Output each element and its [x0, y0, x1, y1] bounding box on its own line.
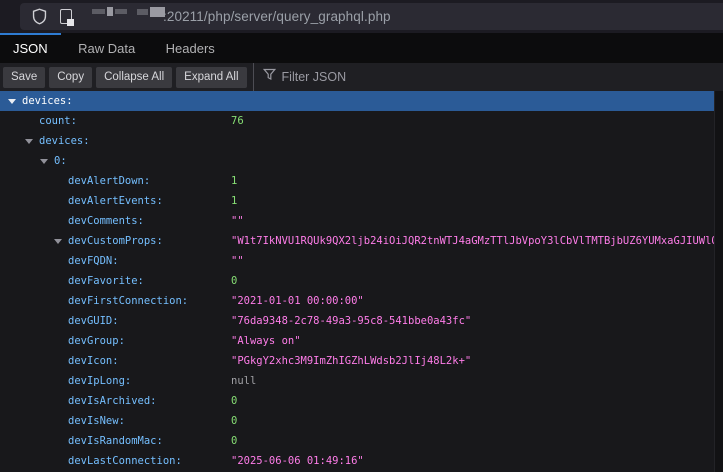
browser-toolbar: :20211/php/server/query_graphql.php — [0, 0, 723, 33]
json-value: 0 — [231, 391, 237, 411]
json-viewer-toolbar: Save Copy Collapse All Expand All — [0, 63, 723, 91]
json-key: devComments: — [68, 211, 144, 231]
json-value: "76da9348-2c78-49a3-95c8-541bbe0a43fc" — [231, 311, 471, 331]
json-viewer-tab-strip: JSON Raw Data Headers — [0, 33, 723, 63]
tree-row[interactable]: devices: — [0, 131, 714, 151]
json-key: devFavorite: — [68, 271, 144, 291]
redacted-block — [115, 9, 127, 14]
json-value: 0 — [231, 271, 237, 291]
expander-arrow-icon[interactable] — [25, 139, 33, 144]
redacted-host — [92, 3, 167, 30]
redacted-block — [137, 9, 148, 15]
json-key: devCustomProps: — [68, 231, 163, 251]
expander-arrow-icon[interactable] — [40, 159, 48, 164]
page-info-icon[interactable] — [60, 9, 72, 24]
filter-json-input[interactable] — [282, 64, 723, 90]
collapse-all-button[interactable]: Collapse All — [96, 67, 172, 88]
address-bar[interactable]: :20211/php/server/query_graphql.php — [20, 3, 723, 30]
json-value: "" — [231, 211, 244, 231]
tree-row[interactable]: devCustomProps:"W1t7IkNVU1RQUk9QX2ljb24i… — [0, 231, 714, 251]
json-rows: devices:count:76devices:0:devAlertDown:1… — [0, 91, 723, 471]
url-text[interactable]: :20211/php/server/query_graphql.php — [163, 3, 391, 30]
firefox-json-viewer-window: :20211/php/server/query_graphql.php JSON… — [0, 0, 723, 472]
json-key: devGroup: — [68, 331, 125, 351]
json-value: "" — [231, 251, 244, 271]
json-value: 0 — [231, 431, 237, 451]
tab-headers[interactable]: Headers — [153, 33, 228, 63]
tab-raw-data[interactable]: Raw Data — [65, 33, 148, 63]
json-key: devIcon: — [68, 351, 119, 371]
tree-row[interactable]: devices: — [0, 91, 714, 111]
json-key: devLastConnection: — [68, 451, 182, 471]
json-value: "Always on" — [231, 331, 301, 351]
json-key: 0: — [54, 151, 67, 171]
tree-row[interactable]: devFQDN: "" — [0, 251, 714, 271]
redacted-block — [107, 7, 113, 16]
tree-row[interactable]: devFavorite: 0 — [0, 271, 714, 291]
tree-row[interactable]: devFirstConnection: "2021-01-01 00:00:00" — [0, 291, 714, 311]
tree-row[interactable]: devIsNew: 0 — [0, 411, 714, 431]
json-key: devIsArchived: — [68, 391, 157, 411]
json-value: null — [231, 371, 256, 391]
funnel-icon — [263, 68, 276, 86]
copy-button[interactable]: Copy — [49, 67, 92, 88]
json-key: devAlertEvents: — [68, 191, 163, 211]
toolbar-divider — [253, 63, 254, 91]
tree-row[interactable]: devIpLong: null — [0, 371, 714, 391]
tree-row[interactable]: 0: — [0, 151, 714, 171]
json-key: devFirstConnection: — [68, 291, 188, 311]
json-key: devIsRandomMac: — [68, 431, 163, 451]
tree-row[interactable]: devLastConnection: "2025-06-06 01:49:16" — [0, 451, 714, 471]
json-key: devGUID: — [68, 311, 119, 331]
tracking-protection-shield-icon[interactable] — [31, 8, 48, 30]
tree-row[interactable]: devIsArchived: 0 — [0, 391, 714, 411]
json-value: "2025-06-06 01:49:16" — [231, 451, 364, 471]
tree-row[interactable]: devGUID: "76da9348-2c78-49a3-95c8-541bbe0… — [0, 311, 714, 331]
tree-row[interactable]: count: 76 — [0, 111, 714, 131]
expander-arrow-icon[interactable] — [54, 239, 62, 244]
json-key: devFQDN: — [68, 251, 119, 271]
tree-row[interactable]: devGroup: "Always on" — [0, 331, 714, 351]
json-key: devAlertDown: — [68, 171, 150, 191]
json-key: devices: — [22, 91, 73, 111]
json-key: devIpLong: — [68, 371, 131, 391]
redacted-block — [92, 9, 105, 14]
expand-all-button[interactable]: Expand All — [176, 67, 246, 88]
json-key: devices: — [39, 131, 90, 151]
json-tree: devices:count:76devices:0:devAlertDown:1… — [0, 91, 723, 472]
json-value: "2021-01-01 00:00:00" — [231, 291, 364, 311]
tree-row[interactable]: devIsRandomMac: 0 — [0, 431, 714, 451]
json-key: count: — [39, 111, 77, 131]
json-value: 1 — [231, 191, 237, 211]
tab-json[interactable]: JSON — [0, 33, 61, 63]
json-value: "PGkgY2xhc3M9ImZhIGZhLWdsb2JlIj48L2k+" — [231, 351, 471, 371]
json-value: 0 — [231, 411, 237, 431]
tree-row[interactable]: devComments: "" — [0, 211, 714, 231]
json-value: "W1t7IkNVU1RQUk9QX2ljb24iOiJQR2tnWTJ4aGM… — [231, 231, 723, 251]
tree-row[interactable]: devAlertDown: 1 — [0, 171, 714, 191]
tree-row[interactable]: devIcon: "PGkgY2xhc3M9ImZhIGZhLWdsb2JlIj4… — [0, 351, 714, 371]
vertical-scrollbar[interactable] — [714, 91, 723, 472]
tree-row[interactable]: devAlertEvents: 1 — [0, 191, 714, 211]
json-key: devIsNew: — [68, 411, 125, 431]
json-value: 1 — [231, 171, 237, 191]
json-value: 76 — [231, 111, 244, 131]
save-button[interactable]: Save — [3, 67, 45, 88]
expander-arrow-icon[interactable] — [8, 99, 16, 104]
